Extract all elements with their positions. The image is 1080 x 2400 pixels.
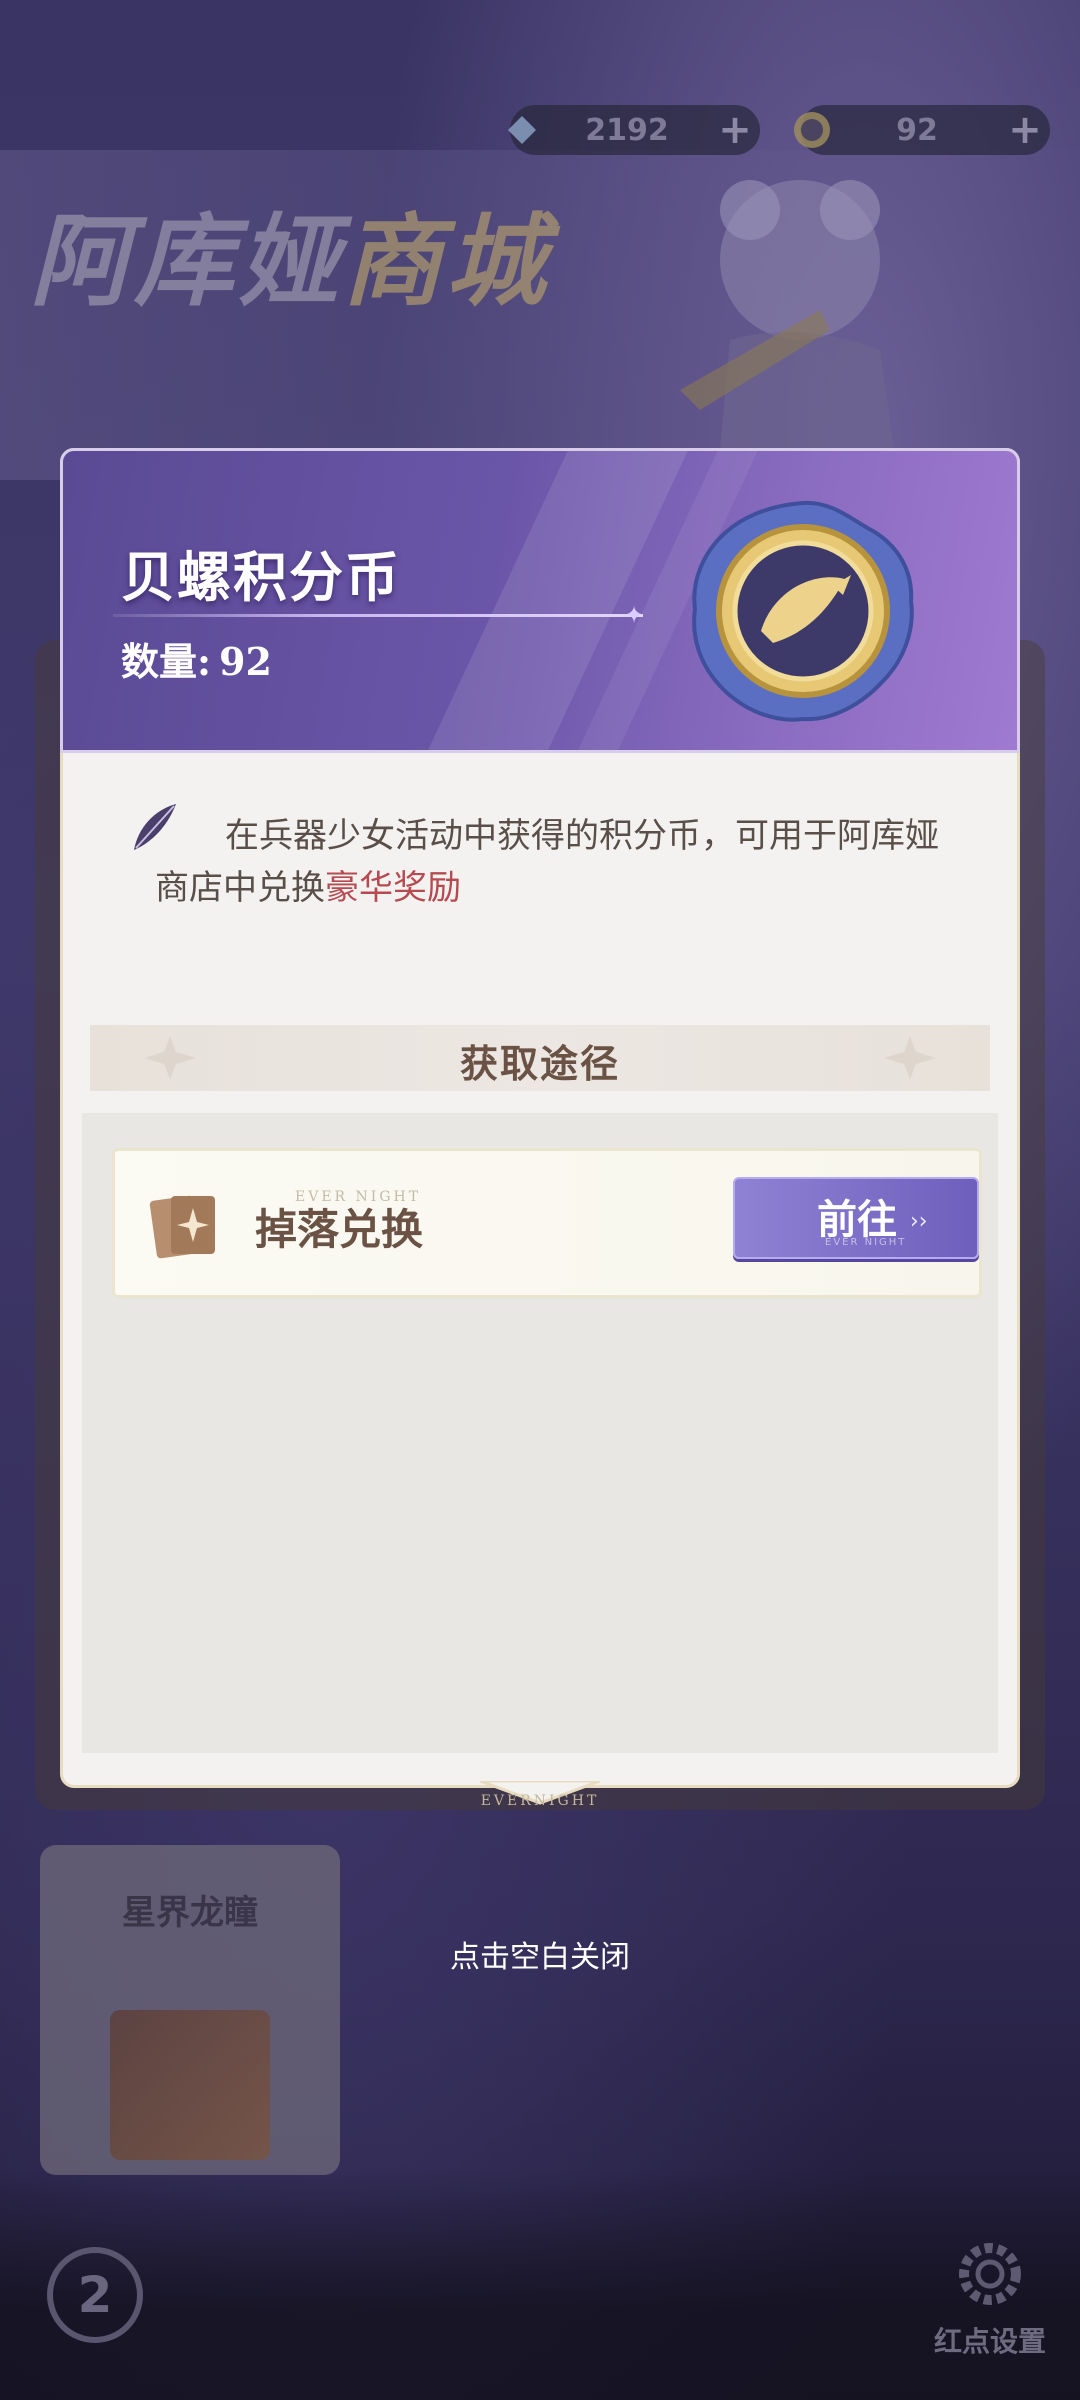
gear-icon [959, 2243, 1021, 2305]
shop-title: 阿库娅商城 [30, 180, 550, 325]
flower-ornament-icon [884, 1036, 936, 1080]
acquire-section-header: 获取途径 [90, 1025, 990, 1091]
shop-item-image [110, 2010, 270, 2160]
crystal-amount: 2192 [585, 112, 669, 148]
modal-header: 贝螺积分币 ✦ 数量: 92 [60, 448, 1020, 753]
item-count-label: 数量: [121, 639, 212, 684]
item-count-value: 92 [219, 639, 272, 684]
description-text: 在兵器少女活动中获得的积分币，可用于阿库娅商店中兑换 [155, 816, 939, 908]
item-name: 贝螺积分币 [121, 545, 401, 609]
shell-coin-icon [794, 112, 830, 148]
crystal-icon [508, 116, 536, 144]
crystal-currency: 2192 + [508, 105, 760, 155]
item-info-modal: 贝螺积分币 ✦ 数量: 92 在兵器少女活动中获得的积分币，可用于阿库娅商店中兑换… [60, 448, 1020, 1809]
shell-coin-large-icon [692, 500, 914, 722]
source-label: 掉落兑换 [255, 1205, 424, 1254]
item-count: 数量: 92 [121, 631, 272, 686]
shell-coin-add-button[interactable]: + [1000, 107, 1050, 153]
cards-icon [149, 1195, 215, 1259]
name-underline [113, 614, 643, 617]
red-dot-setting-button[interactable]: 红点设置 [920, 2234, 1060, 2360]
double-chevron-icon: ›› [910, 1209, 928, 1234]
shell-coin-currency: 92 + [794, 105, 1050, 155]
bottom-bar [0, 2170, 1080, 2400]
shop-title-accent: 商城 [342, 202, 550, 320]
modal-footer-mark: EVERNIGHT [480, 1793, 600, 1809]
acquire-section-title: 获取途径 [459, 1041, 620, 1086]
red-dot-setting-label: 红点设置 [933, 2325, 1046, 2358]
game-logo-icon: 2 [47, 2247, 143, 2343]
go-button[interactable]: 前往 ›› EVER NIGHT [733, 1177, 979, 1259]
shop-item-tile[interactable]: 星界龙瞳 [40, 1845, 340, 2175]
shop-title-main: 阿库娅 [30, 202, 342, 320]
shop-item-title: 星界龙瞳 [122, 1893, 258, 1933]
shell-coin-amount: 92 [896, 112, 938, 148]
svg-text:2: 2 [78, 2266, 113, 2324]
item-description: 在兵器少女活动中获得的积分币，可用于阿库娅商店中兑换豪华奖励 [155, 810, 945, 914]
go-button-watermark: EVER NIGHT [825, 1237, 907, 1248]
description-highlight: 豪华奖励 [325, 868, 461, 908]
close-hint: 点击空白关闭 [450, 1940, 630, 1975]
source-item-drop-exchange: EVER NIGHT 掉落兑换 前往 ›› EVER NIGHT [112, 1148, 982, 1298]
sparkle-icon: ✦ [623, 601, 645, 629]
crystal-add-button[interactable]: + [710, 107, 760, 153]
